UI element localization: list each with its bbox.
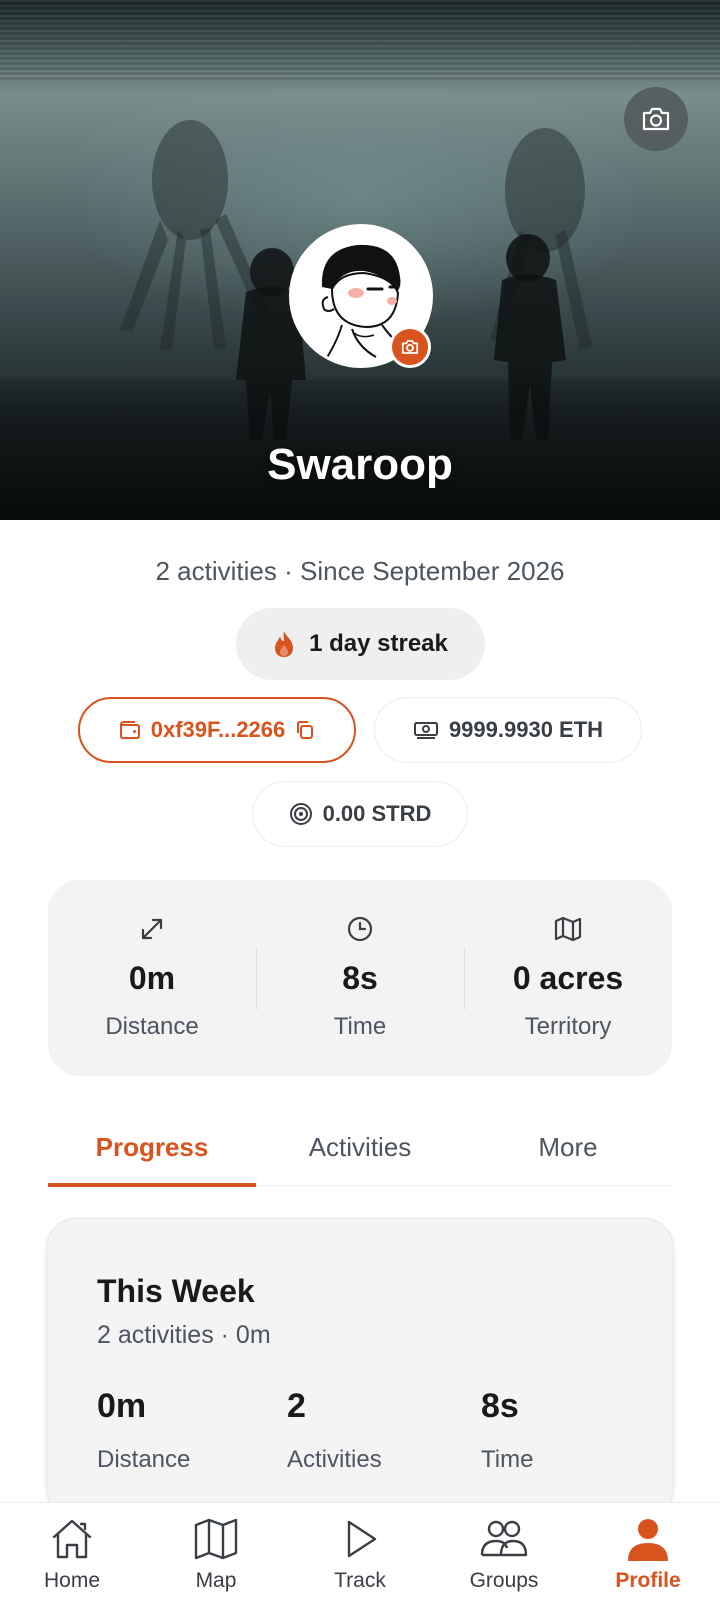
- nav-profile[interactable]: Profile: [576, 1503, 720, 1600]
- tab-activities[interactable]: Activities: [256, 1120, 464, 1185]
- week-metric-activities: 2 Activities: [287, 1387, 382, 1474]
- week-metric-value: 8s: [481, 1387, 519, 1425]
- copy-icon[interactable]: [295, 720, 315, 740]
- camera-icon: [401, 340, 419, 354]
- week-metric-distance: 0m Distance: [97, 1387, 190, 1474]
- person-icon: [628, 1519, 668, 1561]
- streak-label: 1 day streak: [309, 630, 448, 657]
- map-icon: [194, 1518, 238, 1560]
- this-week-card: This Week 2 activities · 0m 0m Distance …: [46, 1218, 674, 1518]
- week-subtitle: 2 activities · 0m: [97, 1321, 271, 1349]
- flame-icon: [275, 631, 294, 657]
- eth-balance: 9999.9930 ETH: [448, 717, 604, 742]
- home-icon: [52, 1519, 92, 1559]
- tab-more[interactable]: More: [464, 1120, 672, 1185]
- profile-meta: 2 activities · Since September 2026: [155, 556, 565, 586]
- profile-tabs: Progress Activities More: [48, 1120, 672, 1187]
- stat-label: Distance: [105, 1013, 199, 1040]
- bottom-navigation: Home Map Track Groups Profile: [0, 1502, 720, 1600]
- nav-label: Home: [43, 1569, 101, 1592]
- nav-home[interactable]: Home: [0, 1503, 144, 1600]
- target-icon: [289, 803, 312, 825]
- tab-progress[interactable]: Progress: [48, 1120, 256, 1187]
- wallet-icon: [119, 721, 140, 739]
- change-avatar-button[interactable]: [389, 326, 431, 368]
- nav-label: Groups: [469, 1569, 539, 1592]
- groups-icon: [480, 1520, 528, 1557]
- cash-icon: [413, 722, 438, 739]
- stat-label: Territory: [524, 1013, 612, 1040]
- week-metric-label: Distance: [97, 1446, 191, 1473]
- change-cover-button[interactable]: [624, 87, 688, 151]
- nav-track[interactable]: Track: [288, 1503, 432, 1600]
- clock-icon: [347, 916, 373, 942]
- stat-value: 8s: [342, 960, 378, 996]
- week-metric-value: 2: [287, 1387, 306, 1425]
- week-metric-value: 0m: [97, 1387, 147, 1425]
- strd-balance-pill[interactable]: 0.00 STRD: [252, 781, 468, 847]
- expand-arrows-icon: [141, 918, 163, 940]
- eth-balance-pill[interactable]: 9999.9930 ETH: [374, 697, 642, 763]
- week-metric-label: Time: [481, 1446, 534, 1473]
- stat-distance: 0m Distance: [48, 880, 256, 1076]
- wallet-address: 0xf39F...2266: [150, 717, 286, 742]
- profile-name: Swaroop: [267, 440, 453, 489]
- stat-value: 0 acres: [512, 960, 624, 996]
- streak-badge: 1 day streak: [236, 608, 485, 680]
- week-metric-label: Activities: [287, 1446, 382, 1473]
- nav-map[interactable]: Map: [144, 1503, 288, 1600]
- nav-groups[interactable]: Groups: [432, 1503, 576, 1600]
- stat-value: 0m: [128, 960, 176, 996]
- stats-card: 0m Distance 8s Time 0 acres Territory: [48, 880, 672, 1076]
- stat-time: 8s Time: [256, 880, 464, 1076]
- stat-label: Time: [333, 1013, 387, 1040]
- nav-label: Profile: [615, 1569, 681, 1592]
- stat-territory: 0 acres Territory: [464, 880, 672, 1076]
- avatar-container: [289, 224, 433, 368]
- wallet-address-button[interactable]: 0xf39F...2266: [78, 697, 356, 763]
- strd-balance: 0.00 STRD: [322, 801, 432, 826]
- map-icon: [554, 916, 582, 942]
- nav-label: Track: [334, 1569, 386, 1592]
- week-metric-time: 8s Time: [481, 1387, 533, 1474]
- nav-label: Map: [195, 1569, 237, 1592]
- camera-icon: [642, 107, 670, 131]
- week-title: This Week: [97, 1273, 255, 1309]
- play-icon: [347, 1520, 377, 1558]
